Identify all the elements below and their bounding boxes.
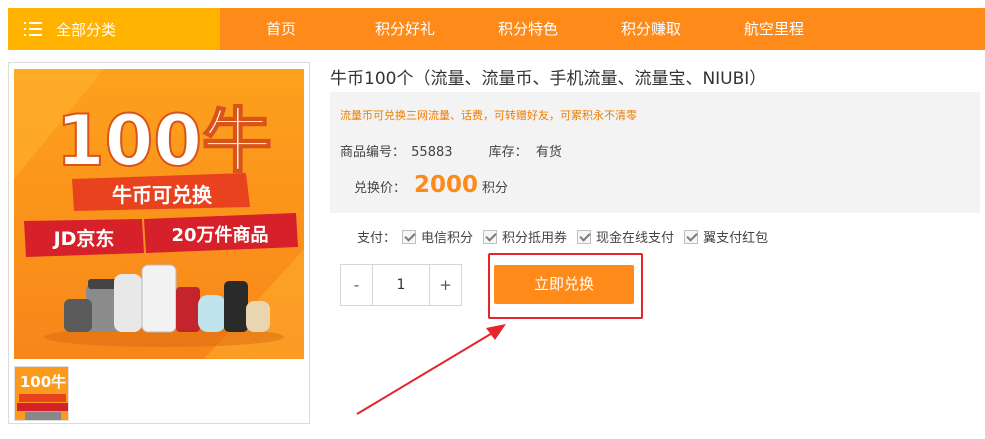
payment-option-telecom-points[interactable]: 电信积分 (402, 227, 473, 246)
stock-label: 库存： (488, 145, 528, 160)
nav-item-features[interactable]: 积分特色 (488, 8, 568, 50)
payment-option-online-cash[interactable]: 现金在线支付 (577, 227, 674, 246)
banner-headline: 100牛 (56, 100, 272, 182)
svg-text:100牛: 100牛 (20, 373, 66, 391)
quantity-input[interactable]: 1 (372, 265, 430, 305)
product-meta: 商品编号： 55883 库存： 有货 (340, 141, 562, 160)
promo-text: 流量币可兑换三网流量、话费，可转赠好友，可累积永不清零 (340, 109, 637, 122)
quantity-increase-button[interactable]: + (430, 265, 461, 305)
product-main-image[interactable]: 100牛 牛币可兑换 JD京东 20万件商品 (14, 69, 304, 359)
sku-value: 55883 (411, 145, 453, 160)
product-gallery: 100牛 牛币可兑换 JD京东 20万件商品 100牛 (8, 62, 310, 424)
payment-options: 支付： 电信积分 积分抵用券 现金在线支付 翼支付红包 (357, 227, 778, 246)
price-value: 2000 (414, 172, 479, 198)
menu-list-icon (24, 22, 42, 36)
redeem-now-button[interactable]: 立即兑换 (494, 265, 634, 304)
nav-item-home[interactable]: 首页 (256, 8, 306, 50)
price-unit: 积分 (482, 181, 509, 196)
all-categories-menu[interactable]: 全部分类 (8, 8, 220, 50)
product-thumbnail[interactable]: 100牛 (14, 366, 69, 421)
payment-option-label: 电信积分 (421, 231, 474, 246)
payment-option-voucher[interactable]: 积分抵用券 (483, 227, 567, 246)
banner-line1: 牛币可兑换 (112, 183, 213, 207)
main-nav: 全部分类 首页 积分好礼 积分特色 积分赚取 航空里程 (8, 8, 985, 50)
product-info-box: 流量币可兑换三网流量、话费，可转赠好友，可累积永不清零 商品编号： 55883 … (330, 92, 980, 213)
price-row: 兑换价： 2000 积分 (354, 172, 508, 198)
price-label: 兑换价： (354, 181, 407, 196)
payment-label: 支付： (357, 231, 397, 246)
checkbox-checked-icon[interactable] (684, 229, 699, 244)
quantity-stepper: - 1 + (340, 264, 462, 306)
checkbox-checked-icon[interactable] (402, 229, 417, 244)
payment-option-label: 积分抵用券 (502, 231, 568, 246)
nav-item-earn[interactable]: 积分赚取 (611, 8, 691, 50)
nav-item-miles[interactable]: 航空里程 (734, 8, 814, 50)
banner-line2b: 20万件商品 (171, 224, 268, 246)
product-title: 牛币100个（流量、流量币、手机流量、流量宝、NIUBI） (330, 69, 767, 89)
stock-value: 有货 (535, 145, 562, 160)
sku-label: 商品编号： (340, 145, 406, 160)
nav-item-gifts[interactable]: 积分好礼 (365, 8, 445, 50)
payment-option-bestpay-redpacket[interactable]: 翼支付红包 (684, 227, 768, 246)
payment-option-label: 翼支付红包 (703, 231, 769, 246)
payment-option-label: 现金在线支付 (596, 231, 675, 246)
checkbox-checked-icon[interactable] (483, 229, 498, 244)
all-categories-label: 全部分类 (56, 20, 117, 39)
checkbox-checked-icon[interactable] (577, 229, 592, 244)
banner-line2a: JD京东 (52, 227, 115, 250)
quantity-decrease-button[interactable]: - (341, 265, 372, 305)
